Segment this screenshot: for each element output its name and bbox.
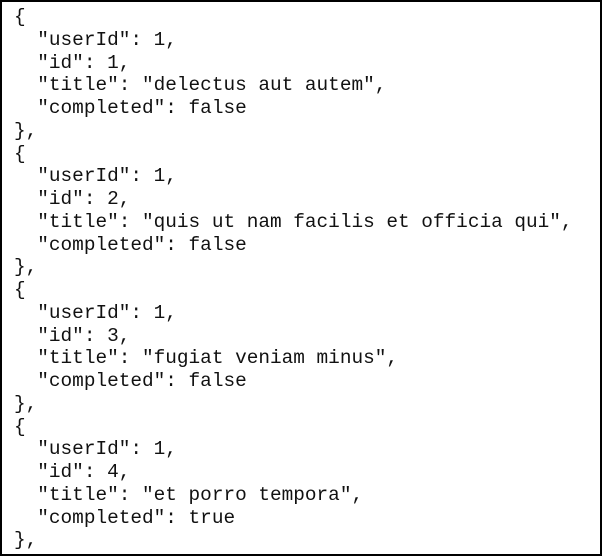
- json-field-userid: "userId": 1,: [14, 301, 177, 324]
- json-field-userid: "userId": 1,: [14, 28, 177, 51]
- json-field-title: "title": "quis ut nam facilis et officia…: [14, 210, 573, 233]
- json-code-block: { "userId": 1, "id": 1, "title": "delect…: [14, 6, 573, 552]
- json-field-completed: "completed": false: [14, 97, 247, 119]
- json-object-close: },: [14, 256, 38, 279]
- json-field-id: "id": 4,: [14, 461, 131, 483]
- json-field-title: "title": "delectus aut autem",: [14, 74, 387, 97]
- json-field-userid: "userId": 1,: [14, 165, 177, 188]
- json-field-completed: "completed": false: [14, 370, 247, 392]
- json-field-id: "id": 2,: [14, 188, 131, 210]
- json-object-open: {: [14, 279, 26, 301]
- json-field-id: "id": 1,: [14, 51, 131, 74]
- json-field-title: "title": "fugiat veniam minus",: [14, 347, 398, 370]
- json-object-close: },: [14, 119, 38, 142]
- json-field-completed: "completed": false: [14, 233, 247, 256]
- json-field-title: "title": "et porro tempora",: [14, 483, 364, 506]
- json-object-open: {: [14, 142, 26, 165]
- json-object-close: },: [14, 529, 38, 552]
- json-object-open: {: [14, 6, 26, 28]
- json-object-close: },: [14, 392, 38, 415]
- json-field-id: "id": 3,: [14, 324, 131, 347]
- json-field-userid: "userId": 1,: [14, 438, 177, 461]
- json-field-completed: "completed": true: [14, 506, 236, 529]
- json-object-open: {: [14, 415, 26, 438]
- json-viewer: { "userId": 1, "id": 1, "title": "delect…: [0, 0, 602, 556]
